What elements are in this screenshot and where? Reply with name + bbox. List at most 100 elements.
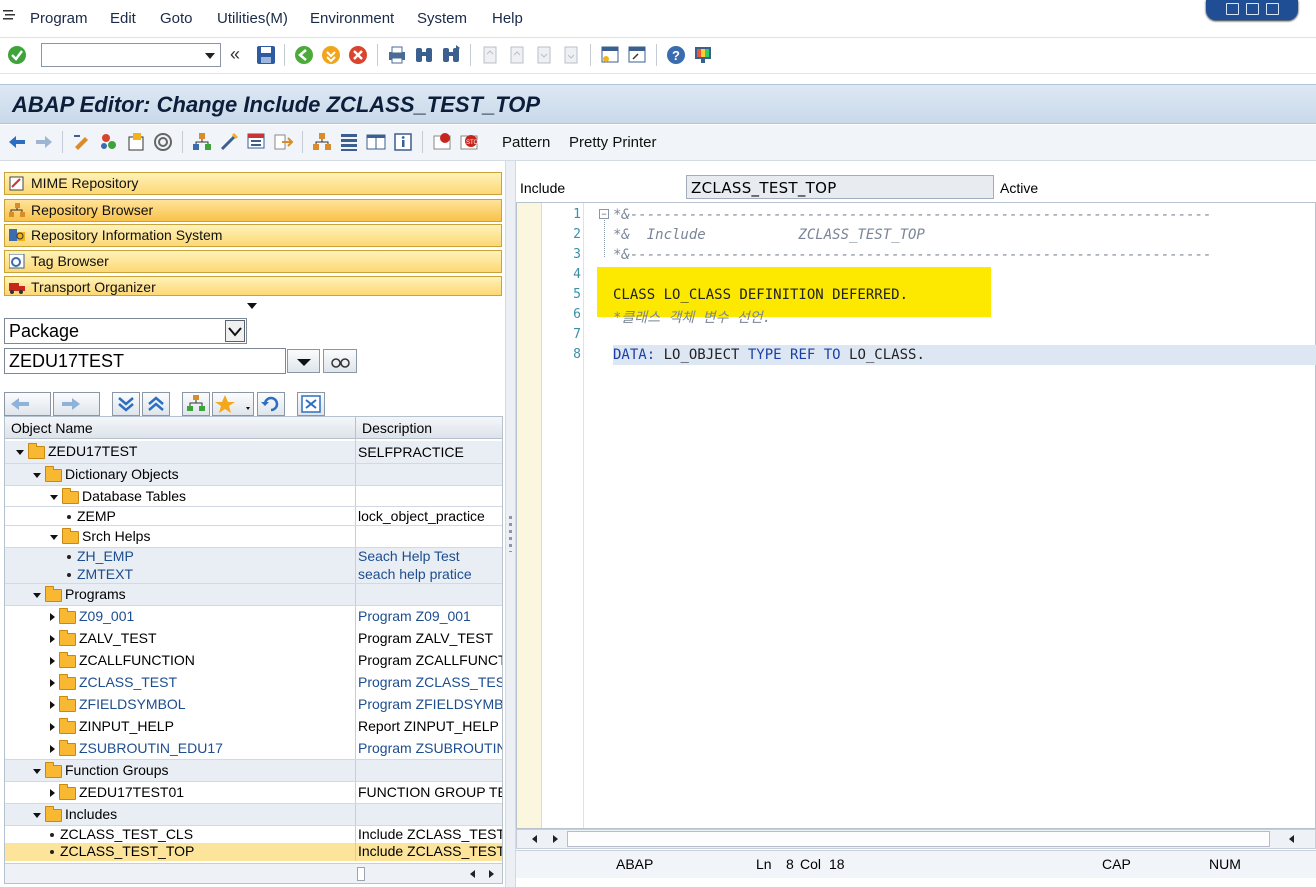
menu-system[interactable]: System xyxy=(417,10,467,27)
navigation-icon[interactable] xyxy=(272,131,294,153)
nav-repository-browser[interactable]: Repository Browser xyxy=(4,199,502,222)
close-window-icon[interactable] xyxy=(1266,3,1279,15)
info-icon[interactable] xyxy=(392,131,414,153)
code-editor[interactable]: 1 2 3 4 5 6 7 8 − *&--------------------… xyxy=(516,202,1316,829)
scroll-right-icon[interactable] xyxy=(489,870,494,878)
expanded-triangle-icon[interactable] xyxy=(33,592,41,598)
scroll-left-icon[interactable] xyxy=(532,835,537,843)
tree-leaf-zmtext[interactable]: ZMTEXT seach help pratice xyxy=(5,566,502,583)
last-page-icon[interactable] xyxy=(560,44,582,66)
menu-goto[interactable]: Goto xyxy=(160,10,193,27)
collapsed-triangle-icon[interactable] xyxy=(50,745,55,754)
fold-toggle-icon[interactable]: − xyxy=(599,209,609,219)
chevron-down-icon[interactable] xyxy=(205,53,215,59)
expand-all-icon[interactable] xyxy=(112,392,140,416)
close-tree-icon[interactable] xyxy=(297,392,325,416)
tree-node-zcallfunction[interactable]: ZCALLFUNCTION Program ZCALLFUNCTION xyxy=(5,649,502,671)
minimize-icon[interactable] xyxy=(1226,3,1239,15)
tree-node-includes[interactable]: Includes xyxy=(5,803,502,825)
tree-node-database-tables[interactable]: Database Tables xyxy=(5,485,502,506)
collapse-all-icon[interactable] xyxy=(142,392,170,416)
expanded-triangle-icon[interactable] xyxy=(33,812,41,818)
collapsed-triangle-icon[interactable] xyxy=(50,613,55,622)
tree-node-zsubroutin-edu17[interactable]: ZSUBROUTIN_EDU17 Program ZSUBROUTIN_EDU1… xyxy=(5,737,502,759)
previous-page-icon[interactable] xyxy=(506,44,528,66)
shortcut-icon[interactable] xyxy=(626,44,648,66)
expanded-triangle-icon[interactable] xyxy=(33,768,41,774)
activate-icon[interactable] xyxy=(152,131,174,153)
include-name-field[interactable]: ZCLASS_TEST_TOP xyxy=(686,175,994,199)
menu-icon[interactable] xyxy=(3,9,15,23)
back-icon[interactable] xyxy=(293,44,315,66)
tree-node-programs[interactable]: Programs xyxy=(5,583,502,605)
object-list-icon[interactable] xyxy=(191,131,213,153)
stop-icon[interactable]: STOP xyxy=(458,131,482,153)
tree-node-zfieldsymbol[interactable]: ZFIELDSYMBOL Program ZFIELDSYMBOL xyxy=(5,693,502,715)
expand-nav-icon[interactable] xyxy=(247,303,257,309)
tree-leaf-zemp[interactable]: ZEMP lock_object_practice xyxy=(5,506,502,525)
dropdown-button[interactable] xyxy=(225,320,245,342)
tree-leaf-zclass-test-cls[interactable]: ZCLASS_TEST_CLS Include ZCLASS_TEST_CLS xyxy=(5,825,502,843)
refresh-icon[interactable] xyxy=(257,392,285,416)
customize-layout-icon[interactable] xyxy=(692,44,714,66)
back-arrow-icon[interactable] xyxy=(6,131,28,153)
tree-node-zalv-test[interactable]: ZALV_TEST Program ZALV_TEST xyxy=(5,627,502,649)
scroll-left-icon[interactable] xyxy=(470,870,475,878)
tree-leaf-zh-emp[interactable]: ZH_EMP Seach Help Test xyxy=(5,547,502,566)
expanded-triangle-icon[interactable] xyxy=(50,494,58,500)
collapsed-triangle-icon[interactable] xyxy=(50,657,55,666)
display-glasses-icon[interactable] xyxy=(323,349,357,373)
hierarchy-icon[interactable] xyxy=(182,392,210,416)
find-next-icon[interactable] xyxy=(440,44,462,66)
maximize-icon[interactable] xyxy=(1246,3,1259,15)
menu-program[interactable]: Program xyxy=(30,10,88,27)
nav-mime-repository[interactable]: MIME Repository xyxy=(4,172,502,195)
scroll-right-icon[interactable] xyxy=(553,835,558,843)
tree-node-dictionary-objects[interactable]: Dictionary Objects xyxy=(5,463,502,485)
print-icon[interactable] xyxy=(386,44,408,66)
stack-icon[interactable] xyxy=(338,131,360,153)
menu-edit[interactable]: Edit xyxy=(110,10,136,27)
debugging-icon[interactable] xyxy=(245,131,267,153)
expanded-triangle-icon[interactable] xyxy=(50,534,58,540)
enter-check-icon[interactable] xyxy=(6,44,28,66)
tree-horizontal-scrollbar[interactable] xyxy=(5,863,502,883)
first-page-icon[interactable] xyxy=(479,44,501,66)
tree-leaf-zclass-test-top[interactable]: ZCLASS_TEST_TOP Include ZCLASS_TEST_TOP xyxy=(5,843,502,861)
pattern-button[interactable]: Pattern xyxy=(502,134,550,151)
scroll-thumb[interactable] xyxy=(567,831,1270,847)
nav-tag-browser[interactable]: Tag Browser xyxy=(4,250,502,273)
find-icon[interactable] xyxy=(413,44,435,66)
hierarchy-icon[interactable] xyxy=(311,131,333,153)
bookmark-bar[interactable] xyxy=(517,203,542,828)
expanded-triangle-icon[interactable] xyxy=(33,472,41,478)
editor-horizontal-scrollbar[interactable] xyxy=(516,829,1316,849)
tree-node-zclass-test[interactable]: ZCLASS_TEST Program ZCLASS_TEST xyxy=(5,671,502,693)
nav-transport-organizer[interactable]: Transport Organizer xyxy=(4,276,502,296)
object-type-select[interactable]: Package xyxy=(4,318,247,344)
active-inactive-icon[interactable] xyxy=(98,131,120,153)
display-change-icon[interactable] xyxy=(71,131,93,153)
menu-help[interactable]: Help xyxy=(492,10,523,27)
package-input[interactable]: ZEDU17TEST xyxy=(4,348,286,374)
exit-icon[interactable] xyxy=(320,44,342,66)
breakpoint-icon[interactable] xyxy=(431,131,453,153)
create-session-icon[interactable] xyxy=(599,44,621,66)
menu-utilities[interactable]: Utilities(M) xyxy=(217,10,288,27)
cancel-icon[interactable] xyxy=(347,44,369,66)
tree-node-zedu17test01[interactable]: ZEDU17TEST01 FUNCTION GROUP TEST xyxy=(5,781,502,803)
command-field[interactable] xyxy=(41,43,221,67)
splitter-grip-icon[interactable] xyxy=(509,516,512,552)
collapsed-triangle-icon[interactable] xyxy=(50,789,55,798)
help-icon[interactable]: ? xyxy=(665,44,687,66)
forward-arrow-icon[interactable] xyxy=(33,131,55,153)
package-dropdown-button[interactable] xyxy=(287,349,320,373)
menu-environment[interactable]: Environment xyxy=(310,10,394,27)
tree-node-function-groups[interactable]: Function Groups xyxy=(5,759,502,781)
collapsed-triangle-icon[interactable] xyxy=(50,723,55,732)
tree-node-zinput-help[interactable]: ZINPUT_HELP Report ZINPUT_HELP xyxy=(5,715,502,737)
collapsed-triangle-icon[interactable] xyxy=(50,635,55,644)
column-header-object-name[interactable]: Object Name xyxy=(11,420,93,436)
nav-repository-information-system[interactable]: Repository Information System xyxy=(4,224,502,247)
tree-node-z09-001[interactable]: Z09_001 Program Z09_001 xyxy=(5,605,502,627)
